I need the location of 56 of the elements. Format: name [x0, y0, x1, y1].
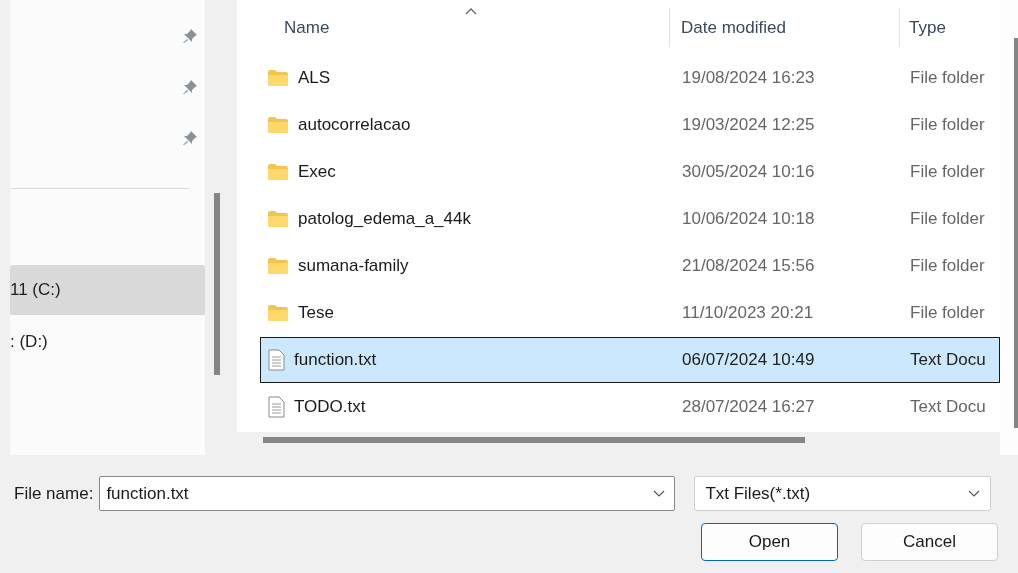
- drive-item[interactable]: : (D:): [10, 317, 205, 367]
- file-type: Text Docu: [910, 350, 986, 370]
- text-file-icon: [267, 349, 285, 371]
- pin-icon[interactable]: [182, 27, 198, 44]
- scrollbar[interactable]: [1000, 0, 1018, 455]
- pin-icon[interactable]: [182, 78, 198, 95]
- date-modified: 19/03/2024 12:25: [682, 115, 815, 135]
- file-name: function.txt: [294, 350, 377, 370]
- text-file-icon: [267, 396, 285, 418]
- folder-icon: [267, 116, 289, 134]
- folder-icon: [267, 163, 289, 181]
- drive-item[interactable]: 11 (C:): [10, 265, 205, 315]
- file-name: TODO.txt: [294, 397, 366, 417]
- folder-icon: [267, 257, 289, 275]
- file-name: autocorrelacao: [298, 115, 411, 135]
- file-row[interactable]: Tese 11/10/2023 20:21 File folder: [260, 290, 1000, 336]
- file-row[interactable]: patolog_edema_a_44k 10/06/2024 10:18 File folder: [260, 196, 1000, 242]
- chevron-down-icon: [968, 490, 981, 497]
- file-type: File folder: [910, 115, 985, 135]
- dialog-button[interactable]: Open: [701, 523, 838, 561]
- file-type: File folder: [910, 209, 985, 229]
- date-modified: 11/10/2023 20:21: [682, 303, 814, 323]
- column-header[interactable]: Name: [260, 0, 669, 55]
- folder-icon: [267, 69, 289, 87]
- column-header[interactable]: Date modified: [669, 8, 899, 47]
- file-row[interactable]: function.txt 06/07/2024 10:49 Text Docu: [260, 337, 1000, 383]
- pin-icon[interactable]: [182, 129, 198, 146]
- file-name: Tese: [298, 303, 334, 323]
- file-type: File folder: [910, 68, 985, 88]
- dialog-button[interactable]: Cancel: [861, 523, 998, 561]
- file-type-dropdown[interactable]: Txt Files(*.txt): [694, 476, 992, 511]
- file-type: File folder: [910, 256, 985, 276]
- file-name-label: File name:: [14, 483, 94, 504]
- sort-caret-icon: [464, 8, 477, 15]
- file-row[interactable]: Exec 30/05/2024 10:16 File folder: [260, 149, 1000, 195]
- date-modified: 19/08/2024 16:23: [682, 68, 815, 88]
- file-row[interactable]: autocorrelacao 19/03/2024 12:25 File folder: [260, 102, 1000, 148]
- date-modified: 21/08/2024 15:56: [682, 256, 815, 276]
- file-row[interactable]: sumana-family 21/08/2024 15:56 File folder: [260, 243, 1000, 289]
- file-row[interactable]: ALS 19/08/2024 16:23 File folder: [260, 55, 1000, 101]
- folder-icon: [267, 210, 289, 228]
- file-name: ALS: [298, 68, 331, 88]
- chevron-down-icon[interactable]: [653, 490, 666, 497]
- date-modified: 30/05/2024 10:16: [682, 162, 815, 182]
- folder-icon: [267, 304, 289, 322]
- date-modified: 10/06/2024 10:18: [682, 209, 815, 229]
- file-row[interactable]: TODO.txt 28/07/2024 16:27 Text Docu: [260, 384, 1000, 430]
- file-name: Exec: [298, 162, 336, 182]
- file-type: File folder: [910, 162, 985, 182]
- file-type: File folder: [910, 303, 985, 323]
- file-name: patolog_edema_a_44k: [298, 209, 471, 229]
- date-modified: 06/07/2024 10:49: [682, 350, 815, 370]
- file-name-field[interactable]: function.txt: [99, 476, 676, 511]
- date-modified: 28/07/2024 16:27: [682, 397, 815, 417]
- file-name: sumana-family: [298, 256, 409, 276]
- file-type: Text Docu: [910, 397, 986, 417]
